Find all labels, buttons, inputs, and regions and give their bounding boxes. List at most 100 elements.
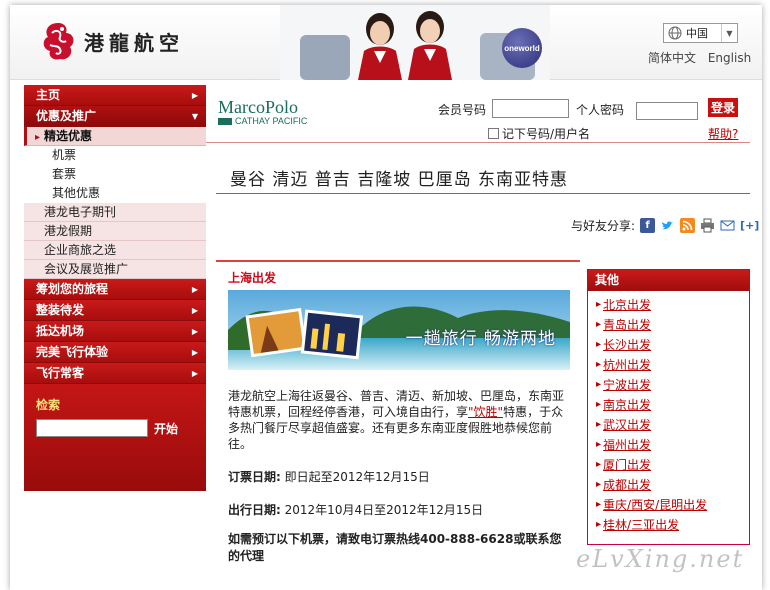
login-button[interactable]: 登录 xyxy=(708,98,739,117)
nav-experience[interactable]: 完美飞行体验 ▶ xyxy=(24,342,206,363)
departure-link[interactable]: 成都出发 xyxy=(603,475,651,495)
member-id-label: 会员号码 xyxy=(438,103,487,117)
nav-newsletter[interactable]: 港龙电子期刊 xyxy=(24,203,206,222)
yum-sing-link[interactable]: "饮胜" xyxy=(468,405,503,419)
nav-holidays[interactable]: 港龙假期 xyxy=(24,222,206,241)
list-item[interactable]: ▸ 宁波出发 xyxy=(588,375,749,395)
list-item[interactable]: ▸ 福州出发 xyxy=(588,435,749,455)
list-item[interactable]: ▸ 北京出发 xyxy=(588,295,749,315)
list-item[interactable]: ▸ 桂林/三亚出发 xyxy=(588,515,749,535)
bullet-arrow-icon: ▸ xyxy=(596,299,602,310)
departure-link[interactable]: 桂林/三亚出发 xyxy=(603,515,679,535)
site-header: 港龍航空 oneworld 中国 ▼ 简体中文 English xyxy=(10,5,762,80)
arrow-right-icon: ▶ xyxy=(191,369,198,378)
oneworld-logo: oneworld xyxy=(502,28,542,68)
nav-plan-trip[interactable]: 筹划您的旅程 ▶ xyxy=(24,279,206,300)
list-item[interactable]: ▸ 成都出发 xyxy=(588,475,749,495)
departure-link[interactable]: 重庆/西安/昆明出发 xyxy=(603,495,707,515)
email-icon[interactable] xyxy=(720,218,736,233)
bullet-arrow-icon: ▸ xyxy=(596,459,602,470)
lang-simplified-chinese-link[interactable]: 简体中文 xyxy=(648,51,696,65)
arrow-down-icon: ▼ xyxy=(191,112,198,121)
search-button[interactable]: 开始 xyxy=(154,420,178,437)
arrow-right-icon: ▶ xyxy=(191,348,198,357)
print-icon[interactable] xyxy=(700,218,716,233)
search-input[interactable] xyxy=(36,419,148,437)
nav-corporate[interactable]: 企业商旅之选 xyxy=(24,241,206,260)
bullet-arrow-icon: ▸ xyxy=(596,519,602,530)
nav-home-label: 主页 xyxy=(36,88,61,102)
list-item[interactable]: ▸ 武汉出发 xyxy=(588,415,749,435)
share-bar: 与好友分享: f [+] xyxy=(571,217,759,234)
departure-link[interactable]: 长沙出发 xyxy=(603,335,651,355)
envelope-glyph-icon xyxy=(720,220,735,231)
travel-date-value: 2012年10月4日至2012年12月15日 xyxy=(284,503,484,517)
departure-link[interactable]: 宁波出发 xyxy=(603,375,651,395)
nav-conference[interactable]: 会议及展览推广 xyxy=(24,260,206,279)
search-panel: 检索 开始 xyxy=(24,384,206,491)
logo-text: 港龍航空 xyxy=(84,30,184,55)
list-item[interactable]: ▸ 重庆/西安/昆明出发 xyxy=(588,495,749,515)
nav-leaf-tickets[interactable]: 机票 xyxy=(24,146,206,165)
nav-offers-label: 优惠及推广 xyxy=(36,109,97,123)
nav-frequent-flyer[interactable]: 飞行常客 ▶ xyxy=(24,363,206,384)
other-departures-panel: 其他 ▸ 北京出发 ▸ 青岛出发 ▸ 长沙出发 ▸ 杭州出发 ▸ 宁波出发 ▸ 南京出发 ▸… xyxy=(587,269,750,545)
lang-english-link[interactable]: English xyxy=(708,51,751,65)
rss-glyph-icon xyxy=(682,220,693,231)
title-divider xyxy=(216,193,750,194)
travel-date-line: 出行日期: 2012年10月4日至2012年12月15日 xyxy=(228,501,483,518)
nav-leaf-other-offers[interactable]: 其他优惠 xyxy=(24,184,206,203)
dragon-logo-icon xyxy=(43,23,74,60)
remember-me-checkbox[interactable] xyxy=(488,128,499,139)
bullet-arrow-icon: ▸ xyxy=(596,499,602,510)
nav-selected-offers[interactable]: ▸ 精选优惠 xyxy=(24,127,206,146)
member-id-input[interactable] xyxy=(492,99,569,118)
departure-link[interactable]: 福州出发 xyxy=(603,435,651,455)
share-more-button[interactable]: [+] xyxy=(740,219,759,232)
search-row: 开始 xyxy=(36,419,194,437)
bullet-arrow-icon: ▸ xyxy=(596,419,602,430)
list-item[interactable]: ▸ 青岛出发 xyxy=(588,315,749,335)
other-departures-title: 其他 xyxy=(588,270,749,291)
nav-arrive[interactable]: 抵达机场 ▶ xyxy=(24,321,206,342)
list-item[interactable]: ▸ 南京出发 xyxy=(588,395,749,415)
region-select[interactable]: 中国 ▼ xyxy=(663,23,738,43)
nav-experience-label: 完美飞行体验 xyxy=(36,345,109,359)
nav-offers[interactable]: 优惠及推广 ▼ xyxy=(24,106,206,127)
departure-link[interactable]: 厦门出发 xyxy=(603,455,651,475)
section-heading: 上海出发 xyxy=(228,271,277,285)
nav-arrive-label: 抵达机场 xyxy=(36,324,85,338)
booking-date-label: 订票日期: xyxy=(228,470,281,484)
page-title: 曼谷 清迈 普吉 吉隆坡 巴厘岛 东南亚特惠 xyxy=(230,170,569,190)
marcopolo-logo[interactable]: MarcoPolo CATHAY PACIFIC xyxy=(218,97,307,126)
caret-right-icon: ▸ xyxy=(35,132,41,143)
promo-banner[interactable]: 一趟旅行 畅游两地 xyxy=(228,290,570,370)
arrow-right-icon: ▶ xyxy=(191,91,198,100)
promo-slogan: 一趟旅行 畅游两地 xyxy=(405,329,556,349)
twitter-icon[interactable] xyxy=(660,218,676,233)
nav-checkin[interactable]: 整装待发 ▶ xyxy=(24,300,206,321)
printer-glyph-icon xyxy=(701,218,715,233)
bullet-arrow-icon: ▸ xyxy=(596,399,602,410)
cathay-pacific-text: CATHAY PACIFIC xyxy=(235,116,308,126)
departure-link[interactable]: 青岛出发 xyxy=(603,315,651,335)
departure-link[interactable]: 武汉出发 xyxy=(603,415,651,435)
departure-link[interactable]: 北京出发 xyxy=(603,295,651,315)
rss-icon[interactable] xyxy=(680,218,696,233)
dragonair-logo[interactable]: 港龍航空 xyxy=(38,19,184,63)
pin-input[interactable] xyxy=(636,102,698,120)
nav-home[interactable]: 主页 ▶ xyxy=(24,85,206,106)
region-value: 中国 xyxy=(686,27,708,40)
departure-link[interactable]: 杭州出发 xyxy=(603,355,651,375)
bullet-arrow-icon: ▸ xyxy=(596,379,602,390)
other-departures-list: ▸ 北京出发 ▸ 青岛出发 ▸ 长沙出发 ▸ 杭州出发 ▸ 宁波出发 ▸ 南京出发 ▸ 武汉出… xyxy=(588,291,749,535)
list-item[interactable]: ▸ 长沙出发 xyxy=(588,335,749,355)
nav-plan-trip-label: 筹划您的旅程 xyxy=(36,282,109,296)
help-link[interactable]: 帮助? xyxy=(708,125,738,142)
departure-link[interactable]: 南京出发 xyxy=(603,395,651,415)
facebook-icon[interactable]: f xyxy=(640,218,656,233)
list-item[interactable]: ▸ 厦门出发 xyxy=(588,455,749,475)
nav-leaf-packages[interactable]: 套票 xyxy=(24,165,206,184)
list-item[interactable]: ▸ 杭州出发 xyxy=(588,355,749,375)
chevron-down-icon[interactable]: ▼ xyxy=(721,24,737,42)
